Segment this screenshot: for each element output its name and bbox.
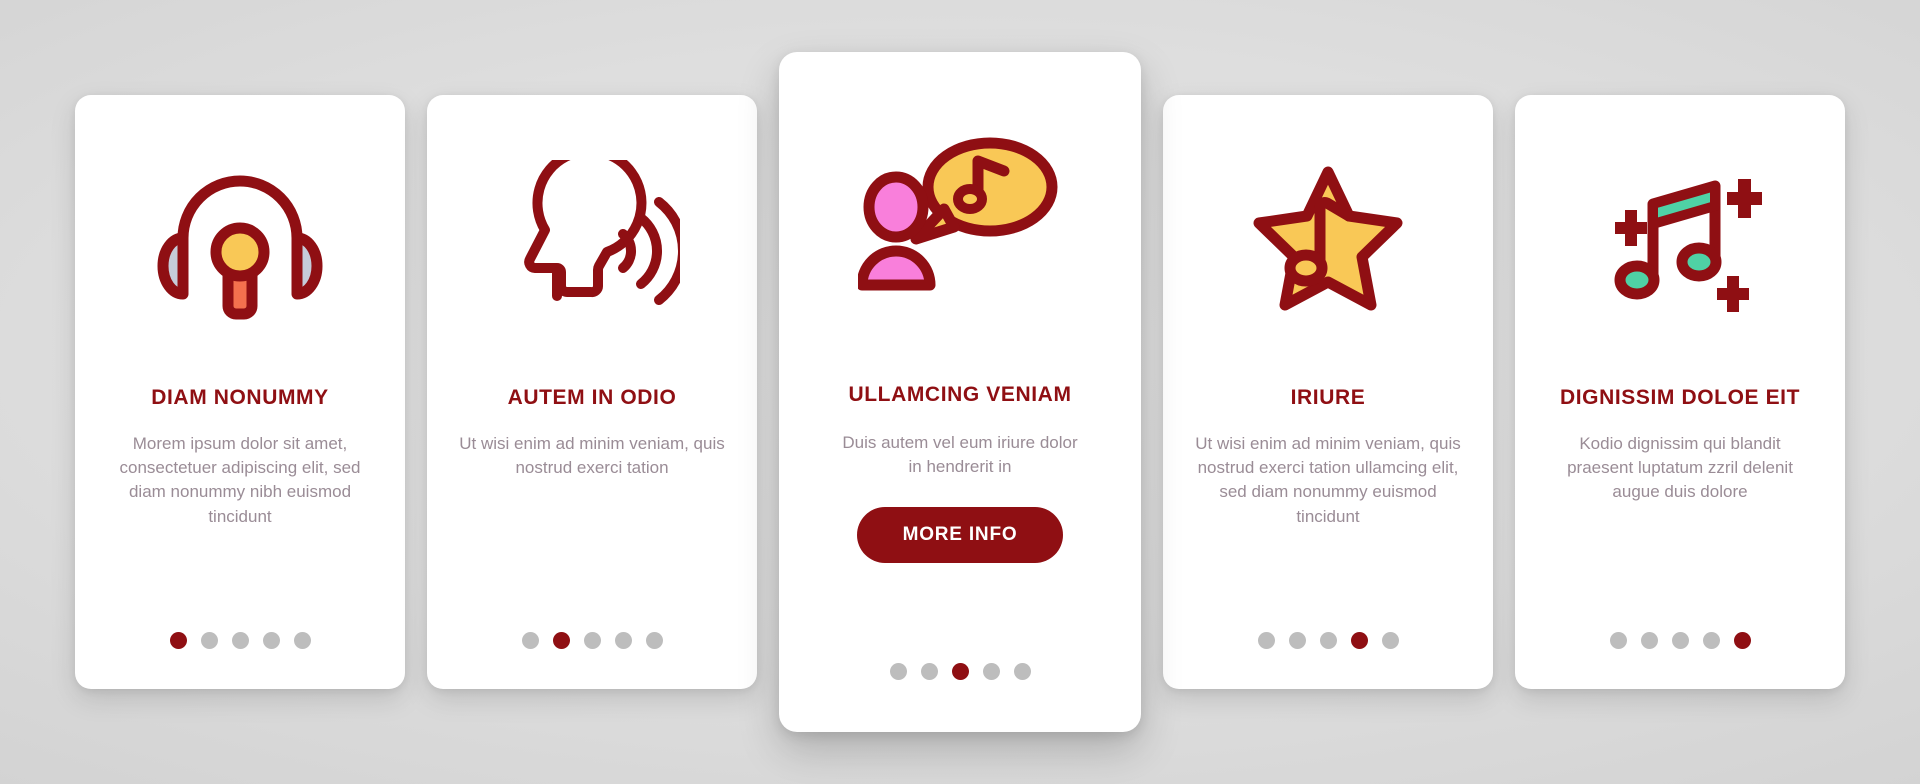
pagination-dot-1[interactable] [169,632,187,649]
pagination-dot-5[interactable] [1381,632,1399,649]
pagination-dot-1[interactable] [889,663,907,680]
pagination-dot-3[interactable] [951,663,969,680]
pagination-dot-2[interactable] [920,663,938,680]
pagination-dot-4[interactable] [614,632,632,649]
onboarding-card-4[interactable]: IRIURE Ut wisi enim ad minim veniam, qui… [1163,95,1493,689]
more-info-button[interactable]: MORE INFO [856,507,1064,564]
card-3-icon-area [793,52,1127,382]
pagination-dot-3[interactable] [1671,632,1689,649]
speaking-head-icon [505,160,680,320]
pagination-dot-5[interactable] [645,632,663,649]
pagination-dot-5[interactable] [1733,632,1751,649]
pagination-dot-4[interactable] [982,663,1000,680]
pagination-dot-3[interactable] [1319,632,1337,649]
pagination-dot-1[interactable] [1609,632,1627,649]
pagination-dot-2[interactable] [200,632,218,649]
pagination-dot-2[interactable] [552,632,570,649]
onboarding-card-3[interactable]: ULLAMCING VENIAM Duis autem vel eum iriu… [779,52,1141,732]
card-5-icon-area [1529,95,1831,385]
pagination-dot-4[interactable] [262,632,280,649]
card-4-title: IRIURE [1290,386,1366,409]
onboarding-card-2[interactable]: AUTEM IN ODIO Ut wisi enim ad minim veni… [427,95,757,689]
pagination-dot-3[interactable] [583,632,601,649]
card-2-body: Ut wisi enim ad minim veniam, quis nostr… [459,434,725,478]
card-5-title: DIGNISSIM DOLOE EIT [1559,386,1801,409]
card-2-icon-area [441,95,743,385]
card-2-pagination-dots[interactable] [521,632,663,649]
card-1-pagination-dots[interactable] [169,632,311,649]
card-3-body: Duis autem vel eum iriure dolor in hendr… [842,433,1078,477]
pagination-dot-1[interactable] [521,632,539,649]
card-1-body: Morem ipsum dolor sit amet, consectetuer… [119,434,361,526]
pagination-dot-3[interactable] [231,632,249,649]
onboarding-card-5[interactable]: DIGNISSIM DOLOE EIT Kodio dignissim qui … [1515,95,1845,689]
pagination-dot-5[interactable] [1013,663,1031,680]
card-2-title: AUTEM IN ODIO [507,386,677,409]
card-4-pagination-dots[interactable] [1257,632,1399,649]
headphones-microphone-icon [155,160,325,320]
card-5-body: Kodio dignissim qui blandit praesent lup… [1567,434,1793,502]
person-music-speech-bubble-icon [857,135,1063,300]
card-1-icon-area [89,95,391,385]
music-notes-sparkle-icon [1593,160,1768,320]
card-3-pagination-dots[interactable] [889,663,1031,680]
pagination-dot-5[interactable] [293,632,311,649]
pagination-dot-2[interactable] [1640,632,1658,649]
pagination-dot-4[interactable] [1702,632,1720,649]
card-1-title: DIAM NONUMMY [151,386,329,409]
pagination-dot-2[interactable] [1288,632,1306,649]
pagination-dot-1[interactable] [1257,632,1275,649]
onboarding-screens-stage: DIAM NONUMMY Morem ipsum dolor sit amet,… [0,0,1920,784]
star-music-note-icon [1246,160,1411,320]
card-4-icon-area [1177,95,1479,385]
pagination-dot-4[interactable] [1350,632,1368,649]
card-5-pagination-dots[interactable] [1609,632,1751,649]
card-4-body: Ut wisi enim ad minim veniam, quis nostr… [1195,434,1461,526]
card-3-title: ULLAMCING VENIAM [848,383,1072,406]
onboarding-card-1[interactable]: DIAM NONUMMY Morem ipsum dolor sit amet,… [75,95,405,689]
